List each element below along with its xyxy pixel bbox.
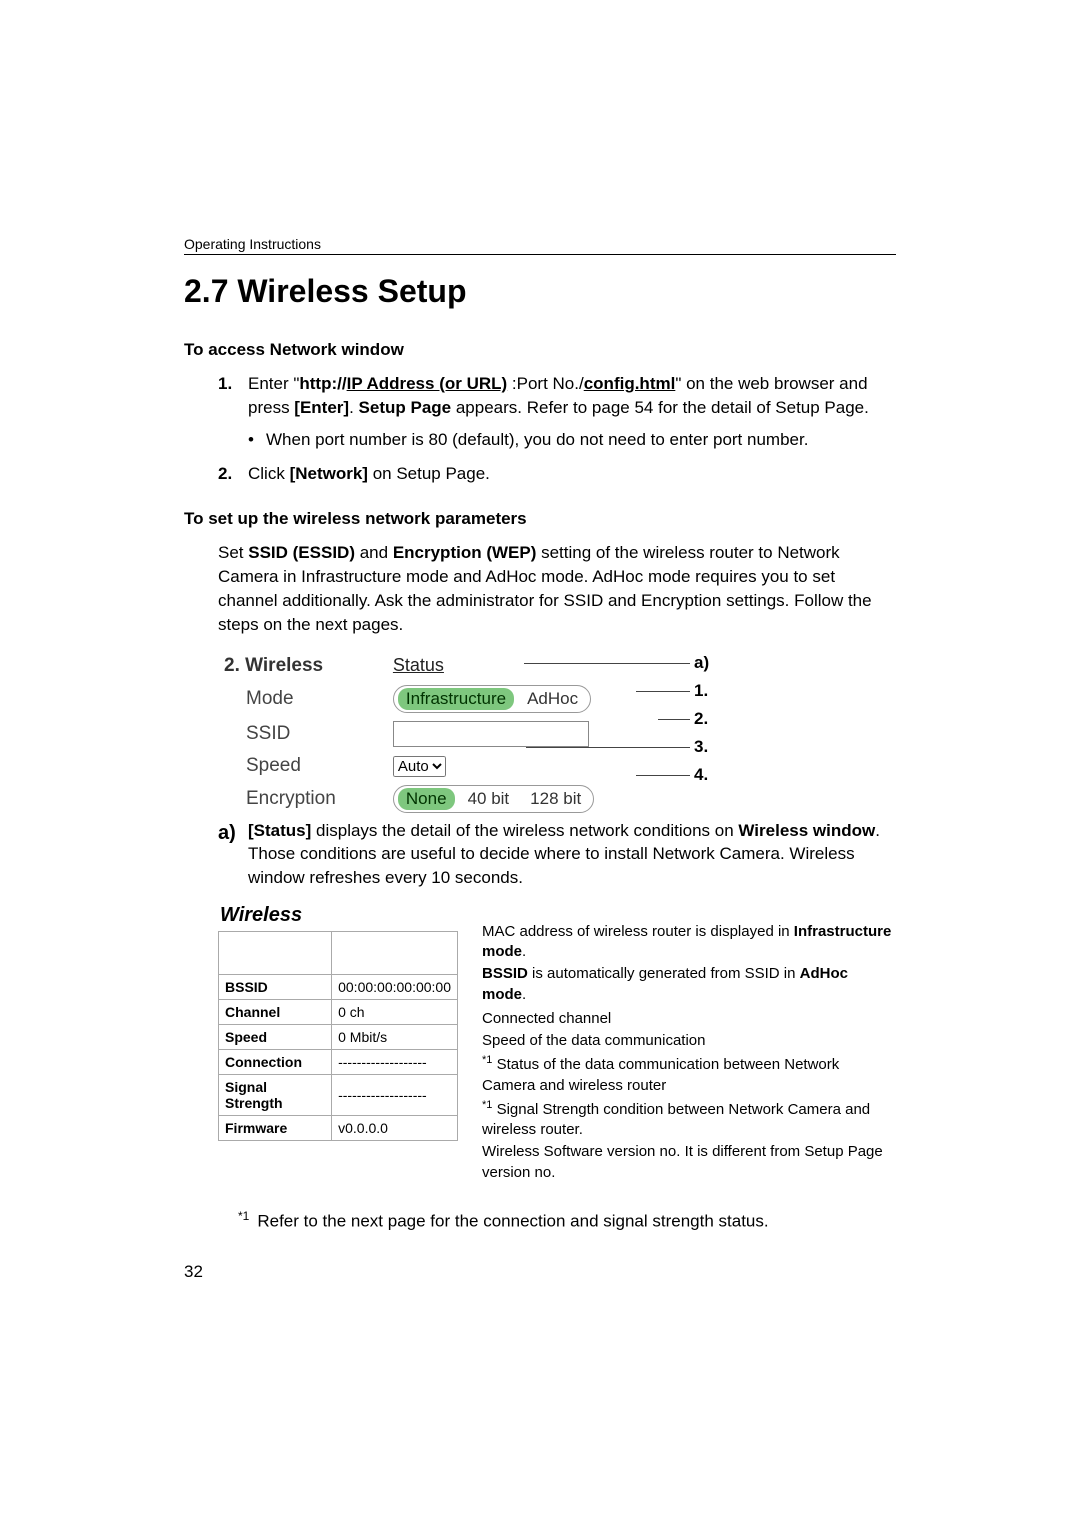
- enc-128[interactable]: 128 bit: [522, 788, 589, 810]
- a-block: a) [Status] displays the detail of the w…: [218, 819, 896, 890]
- callout-2: 2.: [694, 709, 708, 729]
- wireless-status-title: Wireless: [220, 904, 458, 927]
- status-explanations: MAC address of wireless router is displa…: [482, 922, 896, 1185]
- step-1-bullet: • When port number is 80 (default), you …: [248, 430, 896, 450]
- speed-select[interactable]: Auto: [393, 756, 446, 777]
- params-para: Set SSID (ESSID) and Encryption (WEP) se…: [218, 541, 896, 636]
- callout-3: 3.: [694, 737, 708, 757]
- speed-label: Speed: [218, 751, 387, 781]
- enc-radio-group[interactable]: None 40 bit 128 bit: [393, 785, 594, 813]
- mode-radio-group[interactable]: Infrastructure AdHoc: [393, 685, 591, 713]
- wireless-form-title: 2. Wireless: [218, 651, 387, 681]
- mode-infra[interactable]: Infrastructure: [398, 688, 514, 710]
- table-row: Signal Strength-------------------: [219, 1074, 458, 1115]
- encryption-label: Encryption: [218, 781, 387, 817]
- callout-4: 4.: [694, 765, 708, 785]
- table-row: Speed0 Mbit/s: [219, 1024, 458, 1049]
- a-lead: a): [218, 819, 248, 890]
- ssid-input[interactable]: [393, 721, 589, 747]
- ssid-label: SSID: [218, 717, 387, 751]
- mode-label: Mode: [218, 681, 387, 717]
- enc-40[interactable]: 40 bit: [460, 788, 518, 810]
- status-link[interactable]: Status: [393, 655, 444, 675]
- step-2-num: 2.: [218, 462, 248, 486]
- params-subhead: To set up the wireless network parameter…: [184, 509, 896, 529]
- enc-none[interactable]: None: [398, 788, 455, 810]
- step-1-num: 1.: [218, 372, 248, 420]
- table-row: Connection-------------------: [219, 1049, 458, 1074]
- step-2: 2. Click [Network] on Setup Page.: [218, 462, 896, 486]
- wireless-status-block: Wireless BSSID00:00:00:00:00:00 Channel0…: [218, 900, 896, 1185]
- table-row: Channel0 ch: [219, 999, 458, 1024]
- callout-a: a): [694, 653, 709, 673]
- step-1: 1. Enter "http://IP Address (or URL) :Po…: [218, 372, 896, 420]
- mode-adhoc[interactable]: AdHoc: [519, 688, 586, 710]
- step-2-text: Click [Network] on Setup Page.: [248, 462, 896, 486]
- access-subhead: To access Network window: [184, 340, 896, 360]
- wireless-status-table: Wireless BSSID00:00:00:00:00:00 Channel0…: [218, 900, 458, 1141]
- wireless-form: 2. Wireless Status Mode Infrastructure A…: [218, 651, 678, 801]
- table-row: Firmwarev0.0.0.0: [219, 1115, 458, 1140]
- page-number: 32: [184, 1262, 896, 1282]
- step-1-text: Enter "http://IP Address (or URL) :Port …: [248, 372, 896, 420]
- footnote: *1Refer to the next page for the connect…: [238, 1209, 896, 1232]
- running-header: Operating Instructions: [184, 236, 896, 255]
- section-heading: 2.7 Wireless Setup: [184, 273, 896, 310]
- table-row: BSSID00:00:00:00:00:00: [219, 974, 458, 999]
- callout-1: 1.: [694, 681, 708, 701]
